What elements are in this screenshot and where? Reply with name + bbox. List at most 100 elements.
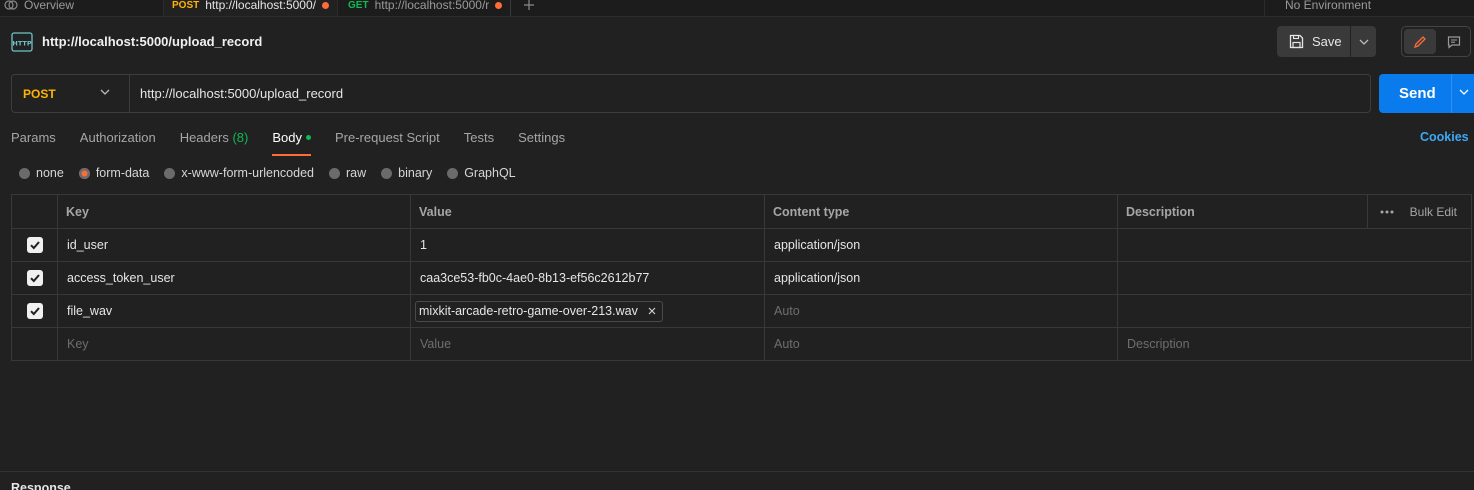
row-checkbox-cell	[11, 228, 58, 262]
header-checkbox-cell	[11, 194, 58, 229]
description-cell[interactable]	[1117, 228, 1472, 262]
save-button[interactable]: Save	[1277, 26, 1350, 57]
value-placeholder[interactable]: Value	[410, 327, 765, 361]
tab-get-request[interactable]: GET http://localhost:5000/r	[348, 0, 503, 16]
content-type-placeholder[interactable]: Auto	[764, 327, 1118, 361]
check-icon	[29, 307, 40, 316]
radio-circle	[447, 167, 459, 179]
description-cell[interactable]	[1117, 294, 1472, 328]
send-label: Send	[1399, 85, 1436, 102]
form-data-table: Key Value Content type Description Bulk …	[11, 194, 1472, 361]
tab-url-label: http://localhost:5000/	[205, 0, 316, 12]
radio-binary[interactable]: binary	[381, 166, 432, 180]
content-type-cell[interactable]: application/json	[764, 228, 1118, 262]
body-type-radios: none form-data x-www-form-urlencoded raw…	[19, 166, 516, 180]
environment-selector[interactable]: No Environment	[1264, 0, 1474, 16]
comments-button[interactable]	[1438, 27, 1470, 56]
description-placeholder[interactable]: Description	[1117, 327, 1472, 361]
tab-params[interactable]: Params	[11, 128, 56, 156]
tab-post-request[interactable]: POST http://localhost:5000/	[163, 0, 338, 16]
radio-label: form-data	[95, 166, 150, 180]
tab-headers[interactable]: Headers (8)	[180, 128, 249, 156]
http-icon: HTTP	[11, 32, 33, 52]
row-checkbox[interactable]	[26, 237, 43, 253]
method-label: POST	[23, 86, 56, 101]
radio-circle	[329, 167, 340, 179]
row-checkbox-cell	[11, 294, 58, 328]
check-icon	[29, 241, 40, 250]
request-tab-strip: Overview POST http://localhost:5000/ GET…	[0, 0, 1474, 17]
radio-label: x-www-form-urlencoded	[181, 166, 314, 180]
tab-overview-label: Overview	[24, 0, 75, 12]
table-row: file_wav mixkit-arcade-retro-game-over-2…	[11, 294, 1472, 328]
key-cell[interactable]: access_token_user	[57, 261, 411, 295]
radio-raw[interactable]: raw	[329, 166, 366, 180]
description-cell[interactable]	[1117, 261, 1472, 295]
key-cell[interactable]: id_user	[57, 228, 411, 262]
key-placeholder[interactable]: Key	[57, 327, 411, 361]
row-checkbox[interactable]	[26, 270, 43, 286]
content-type-cell[interactable]: Auto	[764, 294, 1118, 328]
url-bar: POST http://localhost:5000/upload_record	[11, 74, 1371, 113]
view-mode-toggle	[1401, 26, 1471, 57]
response-label: Response	[11, 481, 71, 490]
tab-body[interactable]: Body	[272, 128, 311, 156]
send-divider	[1451, 74, 1452, 113]
pencil-icon	[1413, 35, 1426, 48]
chevron-down-icon	[100, 89, 110, 95]
file-chip[interactable]: mixkit-arcade-retro-game-over-213.wav	[415, 300, 663, 322]
url-input[interactable]: http://localhost:5000/upload_record	[140, 86, 343, 101]
method-select[interactable]: POST	[12, 75, 130, 112]
radio-circle	[381, 167, 393, 179]
bulk-edit-controls: Bulk Edit	[1366, 195, 1471, 228]
overview-icon	[4, 0, 18, 10]
column-header-content-type: Content type	[764, 194, 1118, 229]
request-header: HTTP http://localhost:5000/upload_record…	[0, 18, 1474, 68]
request-tabs: Params Authorization Headers (8) Body Pr…	[11, 128, 565, 156]
tab-overview[interactable]: Overview	[4, 0, 75, 16]
row-checkbox[interactable]	[26, 303, 43, 319]
table-row: access_token_user caa3ce53-fb0c-4ae0-8b1…	[11, 261, 1472, 295]
svg-text:HTTP: HTTP	[12, 40, 31, 48]
new-tab-button[interactable]	[524, 0, 534, 16]
row-checkbox-cell	[11, 261, 58, 295]
radio-label: raw	[346, 166, 367, 180]
file-name: mixkit-arcade-retro-game-over-213.wav	[419, 304, 638, 318]
edit-mode-button[interactable]	[1404, 29, 1436, 54]
tab-url-label: http://localhost:5000/r	[374, 0, 490, 12]
chevron-down-icon[interactable]	[1459, 89, 1469, 95]
send-button[interactable]: Send	[1379, 74, 1474, 113]
comment-icon	[1447, 35, 1461, 49]
radio-urlencoded[interactable]: x-www-form-urlencoded	[164, 166, 314, 180]
column-header-value: Value	[410, 194, 765, 229]
description-header-label: Description	[1126, 204, 1195, 219]
tab-body-label: Body	[272, 130, 302, 145]
radio-graphql[interactable]: GraphQL	[447, 166, 516, 180]
content-type-cell[interactable]: application/json	[764, 261, 1118, 295]
tab-method-badge: POST	[172, 0, 200, 11]
tab-headers-label: Headers	[179, 130, 229, 145]
unsaved-dot-icon	[495, 1, 503, 9]
tab-method-badge: GET	[348, 0, 369, 11]
save-options-button[interactable]	[1351, 26, 1376, 57]
value-cell[interactable]: caa3ce53-fb0c-4ae0-8b13-ef56c2612b77	[410, 261, 765, 295]
tab-settings[interactable]: Settings	[518, 128, 565, 156]
table-header-row: Key Value Content type Description Bulk …	[11, 194, 1472, 229]
close-icon[interactable]	[648, 307, 656, 315]
tab-authorization[interactable]: Authorization	[80, 128, 156, 156]
radio-form-data[interactable]: form-data	[78, 166, 150, 180]
tab-prerequest-script[interactable]: Pre-request Script	[335, 128, 440, 156]
bulk-edit-button[interactable]: Bulk Edit	[1410, 205, 1457, 219]
request-title[interactable]: http://localhost:5000/upload_record	[42, 34, 262, 49]
radio-none[interactable]: none	[19, 166, 64, 180]
radio-label: none	[36, 166, 64, 180]
more-horizontal-icon[interactable]	[1380, 210, 1394, 214]
table-row-placeholder: Key Value Auto Description	[11, 327, 1472, 361]
save-label: Save	[1312, 34, 1342, 49]
tab-tests[interactable]: Tests	[464, 128, 494, 156]
value-cell[interactable]: 1	[410, 228, 765, 262]
cookies-link[interactable]: Cookies	[1420, 130, 1469, 144]
tab-divider	[510, 0, 511, 16]
response-panel-header[interactable]: Response	[0, 471, 1474, 490]
key-cell[interactable]: file_wav	[57, 294, 411, 328]
